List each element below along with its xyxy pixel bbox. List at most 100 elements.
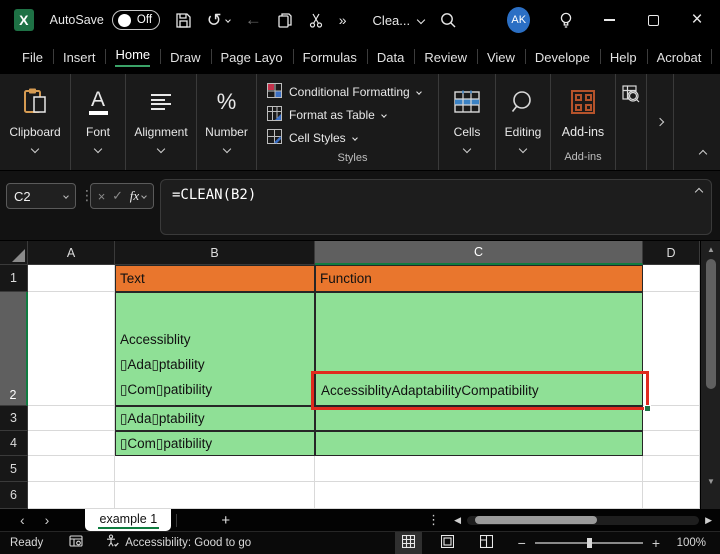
tab-power-pivot[interactable]: Power Piv	[711, 40, 720, 74]
cell-c3[interactable]	[315, 406, 643, 431]
fill-handle[interactable]	[644, 405, 651, 412]
redo-button-disabled[interactable]: ←	[245, 10, 262, 30]
cell-c6[interactable]	[315, 482, 643, 509]
tab-view[interactable]: View	[477, 40, 525, 74]
view-normal-button[interactable]	[395, 532, 422, 554]
enter-button[interactable]: ✓	[112, 188, 123, 204]
tab-file[interactable]: File	[12, 40, 53, 74]
tab-data[interactable]: Data	[367, 40, 414, 74]
horizontal-scrollbar[interactable]	[467, 516, 699, 525]
collapse-ribbon-button[interactable]	[700, 144, 706, 162]
cell-b1[interactable]: Text	[115, 265, 315, 292]
tab-page-layout[interactable]: Page Layo	[211, 40, 293, 74]
zoom-in-button[interactable]: +	[652, 535, 660, 551]
ideas-button[interactable]	[558, 11, 574, 29]
accessibility-status[interactable]: Accessibility: Good to go	[105, 534, 251, 551]
cell-a2[interactable]	[28, 292, 115, 406]
vertical-scrollbar[interactable]: ▲ ▼	[700, 241, 720, 509]
copy-button[interactable]	[277, 12, 293, 29]
ribbon-overflow-button[interactable]	[646, 74, 674, 170]
hscroll-left-button[interactable]: ◀	[454, 515, 461, 526]
cell-b2[interactable]: Accessiblity ▯Ada▯ptability ▯Com▯patibil…	[115, 292, 315, 406]
maximize-button[interactable]	[644, 10, 662, 30]
scroll-down-button[interactable]: ▼	[701, 477, 720, 486]
cell-c1[interactable]: Function	[315, 265, 643, 292]
cell-b5[interactable]	[115, 456, 315, 482]
view-page-layout-button[interactable]	[434, 532, 461, 554]
alignment-group-button[interactable]: Alignment	[126, 74, 197, 170]
autosave-toggle[interactable]: Off	[112, 10, 160, 30]
search-button[interactable]	[439, 11, 457, 29]
cell-a6[interactable]	[28, 482, 115, 509]
clipboard-group-button[interactable]: Clipboard	[0, 74, 71, 170]
cell-c2-active[interactable]: AccessiblityAdaptabilityCompatibility	[315, 292, 643, 406]
font-group-button[interactable]: A Font	[71, 74, 126, 170]
styles-group-label[interactable]: Styles	[267, 152, 438, 164]
add-ins-button-label[interactable]: Add-ins	[562, 125, 604, 139]
vertical-scroll-thumb[interactable]	[706, 259, 716, 389]
insert-function-button[interactable]: fx	[130, 188, 146, 204]
cell-d1[interactable]	[643, 265, 700, 292]
conditional-formatting-button[interactable]: Conditional Formatting	[267, 80, 438, 103]
tab-acrobat[interactable]: Acrobat	[647, 40, 712, 74]
sheet-tab-example-1[interactable]: example 1	[85, 509, 171, 531]
minimize-button[interactable]	[600, 10, 618, 30]
cell-a4[interactable]	[28, 431, 115, 456]
tab-review[interactable]: Review	[414, 40, 477, 74]
col-header-d[interactable]: D	[643, 241, 700, 265]
cell-d4[interactable]	[643, 431, 700, 456]
editing-group-button[interactable]: Editing	[496, 74, 551, 170]
number-group-button[interactable]: % Number	[197, 74, 257, 170]
select-all-button[interactable]	[0, 241, 28, 265]
cancel-button[interactable]: ×	[98, 189, 106, 204]
account-avatar[interactable]: AK	[507, 7, 530, 33]
cell-b3[interactable]: ▯Ada▯ptability	[115, 406, 315, 431]
cell-d3[interactable]	[643, 406, 700, 431]
undo-button[interactable]: ↺	[207, 10, 230, 31]
cell-d2[interactable]	[643, 292, 700, 406]
tab-home[interactable]: Home	[105, 40, 160, 74]
close-button[interactable]: ×	[688, 10, 706, 30]
add-ins-button[interactable]	[571, 82, 595, 122]
row-header-5[interactable]: 5	[0, 456, 28, 482]
cells-group-button[interactable]: Cells	[439, 74, 496, 170]
zoom-slider-thumb[interactable]	[587, 538, 592, 548]
row-header-3[interactable]: 3	[0, 406, 28, 431]
tab-insert[interactable]: Insert	[53, 40, 106, 74]
more-commands-button[interactable]: »	[339, 12, 347, 28]
save-button[interactable]	[175, 12, 192, 29]
zoom-out-button[interactable]: −	[518, 535, 526, 551]
view-page-break-button[interactable]	[473, 532, 500, 554]
zoom-level[interactable]: 100%	[672, 537, 706, 549]
name-box[interactable]: C2	[6, 183, 76, 209]
cell-b4[interactable]: ▯Com▯patibility	[115, 431, 315, 456]
tab-developer[interactable]: Develope	[525, 40, 600, 74]
horizontal-scroll-thumb[interactable]	[475, 516, 597, 524]
format-as-table-button[interactable]: Format as Table	[267, 103, 438, 126]
cell-b6[interactable]	[115, 482, 315, 509]
tab-draw[interactable]: Draw	[160, 40, 210, 74]
cell-a5[interactable]	[28, 456, 115, 482]
zoom-slider[interactable]	[535, 542, 643, 544]
tab-help[interactable]: Help	[600, 40, 647, 74]
cell-a1[interactable]	[28, 265, 115, 292]
col-header-a[interactable]: A	[28, 241, 115, 265]
next-sheet-button[interactable]: ›	[45, 513, 50, 527]
row-header-6[interactable]: 6	[0, 482, 28, 509]
row-header-4[interactable]: 4	[0, 431, 28, 456]
sheet-options-button[interactable]: ⋮	[427, 512, 440, 528]
macro-record-button[interactable]	[69, 535, 83, 550]
cell-a3[interactable]	[28, 406, 115, 431]
new-sheet-button[interactable]: +	[221, 512, 230, 529]
scroll-up-button[interactable]: ▲	[701, 245, 720, 254]
row-header-2[interactable]: 2	[0, 292, 28, 406]
formula-input[interactable]: =CLEAN(B2)	[160, 179, 712, 235]
previous-sheet-button[interactable]: ‹	[20, 513, 25, 527]
tab-formulas[interactable]: Formulas	[293, 40, 367, 74]
cell-d5[interactable]	[643, 456, 700, 482]
cell-d6[interactable]	[643, 482, 700, 509]
row-header-1[interactable]: 1	[0, 265, 28, 292]
col-header-b[interactable]: B	[115, 241, 315, 265]
col-header-c[interactable]: C	[315, 241, 643, 265]
cell-styles-button[interactable]: Cell Styles	[267, 126, 438, 149]
